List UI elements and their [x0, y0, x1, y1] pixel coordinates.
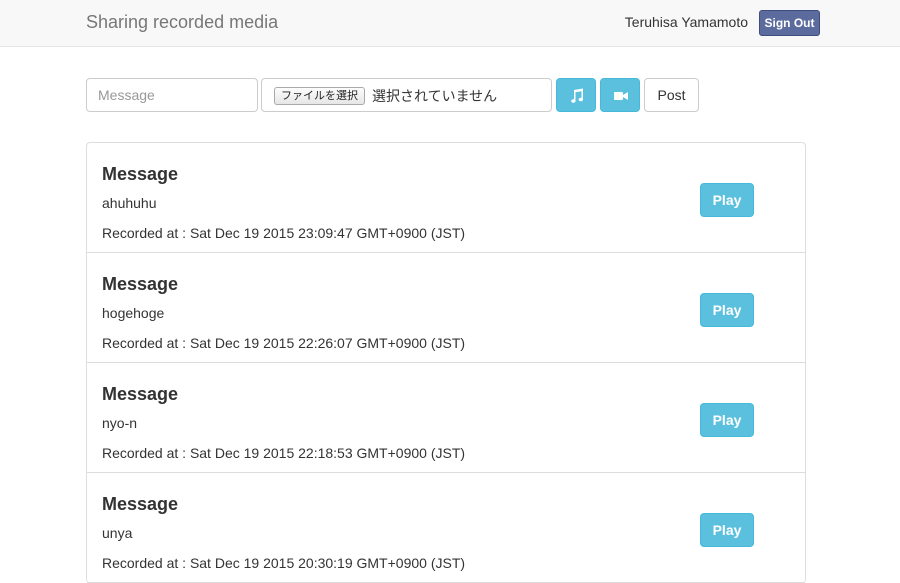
app-title[interactable]: Sharing recorded media	[86, 11, 278, 33]
file-status-text: 選択されていません	[372, 88, 498, 104]
play-button[interactable]: Play	[700, 513, 754, 547]
list-item: Message nyo-n Recorded at : Sat Dec 19 2…	[87, 363, 805, 473]
navbar: Sharing recorded media Teruhisa Yamamoto…	[0, 0, 900, 47]
user-name: Teruhisa Yamamoto	[624, 14, 748, 30]
message-list: Message ahuhuhu Recorded at : Sat Dec 19…	[86, 142, 806, 583]
message-input[interactable]	[86, 78, 258, 112]
play-button[interactable]: Play	[700, 403, 754, 437]
record-video-button[interactable]	[600, 78, 640, 112]
item-message-text: unya	[102, 525, 133, 541]
item-recorded-time: Recorded at : Sat Dec 19 2015 23:09:47 G…	[102, 225, 466, 241]
item-heading: Message	[102, 494, 179, 514]
item-heading: Message	[102, 274, 179, 294]
sign-out-button[interactable]: Sign Out	[759, 10, 820, 36]
list-item: Message ahuhuhu Recorded at : Sat Dec 19…	[87, 143, 805, 253]
item-message-text: ahuhuhu	[102, 195, 157, 211]
item-heading: Message	[102, 164, 179, 184]
item-heading: Message	[102, 384, 179, 404]
choose-file-button[interactable]: ファイルを選択	[274, 87, 365, 105]
video-camera-icon	[614, 92, 628, 100]
item-recorded-time: Recorded at : Sat Dec 19 2015 22:26:07 G…	[102, 335, 466, 351]
item-recorded-time: Recorded at : Sat Dec 19 2015 22:18:53 G…	[102, 445, 466, 461]
item-message-text: nyo-n	[102, 415, 138, 431]
play-button[interactable]: Play	[700, 183, 754, 217]
post-button[interactable]: Post	[644, 78, 699, 112]
play-button[interactable]: Play	[700, 293, 754, 327]
file-input[interactable]: ファイルを選択 選択されていません	[261, 78, 552, 112]
list-item: Message unya Recorded at : Sat Dec 19 20…	[87, 473, 805, 583]
record-audio-button[interactable]	[556, 78, 596, 112]
music-note-icon	[571, 88, 583, 103]
item-message-text: hogehoge	[102, 305, 165, 321]
item-recorded-time: Recorded at : Sat Dec 19 2015 20:30:19 G…	[102, 555, 466, 571]
list-item: Message hogehoge Recorded at : Sat Dec 1…	[87, 253, 805, 363]
